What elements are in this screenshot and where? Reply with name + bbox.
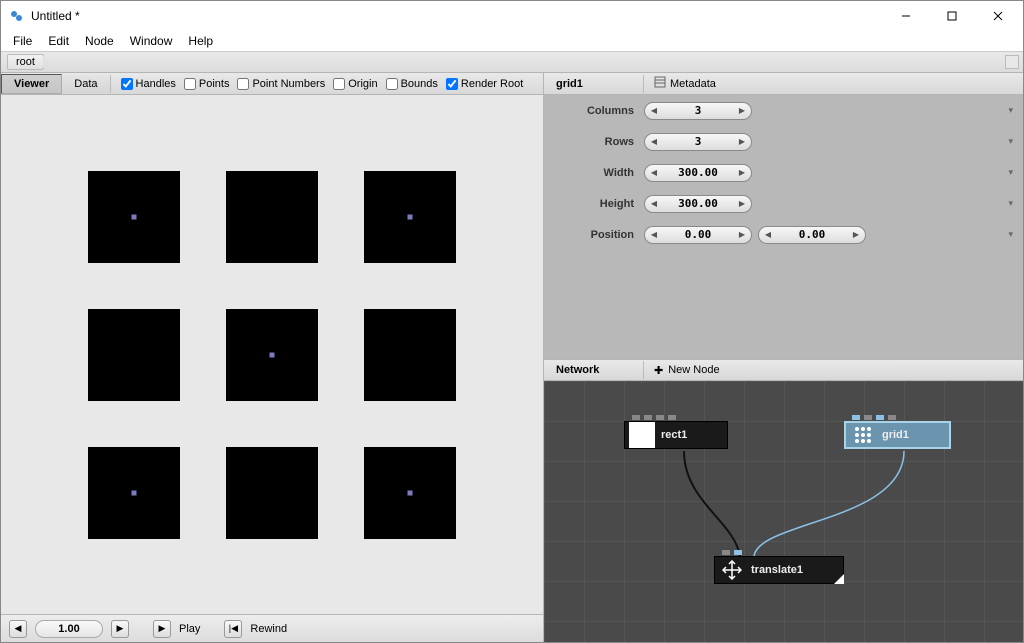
cell (226, 447, 318, 539)
cell (364, 309, 456, 401)
menu-file[interactable]: File (5, 32, 40, 50)
check-points[interactable]: Points (184, 78, 230, 90)
tab-viewer[interactable]: Viewer (1, 74, 62, 94)
inspector-selected-node[interactable]: grid1 (544, 75, 644, 93)
zoom-dec-button[interactable]: ◀ (9, 620, 27, 638)
node-label: grid1 (882, 429, 909, 441)
breadcrumb-root[interactable]: root (7, 54, 44, 70)
check-bounds[interactable]: Bounds (386, 78, 438, 90)
rendered-grid (1, 95, 543, 614)
check-handles[interactable]: Handles (121, 78, 176, 90)
node-graph[interactable]: rect1 grid1 translate1 (543, 381, 1023, 642)
expand-icon[interactable]: ▾ (1008, 105, 1013, 116)
play-label[interactable]: Play (179, 623, 200, 635)
tab-data[interactable]: Data (62, 75, 110, 93)
new-node-button[interactable]: ✚ New Node (644, 361, 730, 380)
node-label: translate1 (751, 564, 803, 576)
node-translate1[interactable]: translate1 (714, 556, 844, 584)
titlebar: Untitled * (1, 1, 1023, 31)
zoom-field[interactable]: 1.00 (35, 620, 103, 638)
check-origin[interactable]: Origin (333, 78, 377, 90)
expand-icon[interactable]: ▾ (1008, 198, 1013, 209)
viewer-canvas[interactable] (1, 95, 543, 614)
menu-edit[interactable]: Edit (40, 32, 77, 50)
viewer-pane: Viewer Data Handles Points Point Numbers… (1, 73, 543, 642)
cell (226, 309, 318, 401)
columns-stepper[interactable]: ◀3▶ (644, 102, 752, 120)
network-header: Network ✚ New Node (543, 359, 1023, 381)
wires (544, 381, 1023, 642)
prop-width: Width ◀300.00▶ ▾ (544, 157, 1023, 188)
viewer-tabs: Viewer Data Handles Points Point Numbers… (1, 73, 543, 95)
position-y-stepper[interactable]: ◀0.00▶ (758, 226, 866, 244)
close-button[interactable] (975, 1, 1021, 31)
check-point-numbers[interactable]: Point Numbers (237, 78, 325, 90)
expand-icon[interactable]: ▾ (1008, 136, 1013, 147)
cell (88, 309, 180, 401)
prop-rows: Rows ◀3▶ ▾ (544, 126, 1023, 157)
rewind-label[interactable]: Rewind (250, 623, 287, 635)
window-title: Untitled * (31, 9, 883, 23)
inspector-header: grid1 Metadata (543, 73, 1023, 95)
property-panel: Columns ◀3▶ ▾ Rows ◀3▶ ▾ Width ◀300.00▶ … (543, 95, 1023, 359)
node-rect1[interactable]: rect1 (624, 421, 728, 449)
rect-thumb-icon (629, 422, 655, 448)
play-icon[interactable]: ▶ (153, 620, 171, 638)
rewind-icon[interactable]: |◀ (224, 620, 242, 638)
rows-stepper[interactable]: ◀3▶ (644, 133, 752, 151)
cell (88, 171, 180, 263)
tab-metadata[interactable]: Metadata (644, 73, 726, 94)
node-label: rect1 (661, 429, 687, 441)
check-render-root[interactable]: Render Root (446, 78, 523, 90)
expand-icon[interactable]: ▾ (1008, 167, 1013, 178)
grid-thumb-icon (850, 422, 876, 448)
translate-thumb-icon (719, 557, 745, 583)
prop-position: Position ◀0.00▶ ◀0.00▶ ▾ (544, 219, 1023, 250)
position-x-stepper[interactable]: ◀0.00▶ (644, 226, 752, 244)
breadcrumb-end-box[interactable] (1005, 55, 1019, 69)
cell (364, 171, 456, 263)
plus-icon: ✚ (654, 364, 663, 377)
height-stepper[interactable]: ◀300.00▶ (644, 195, 752, 213)
menu-node[interactable]: Node (77, 32, 122, 50)
cell (226, 171, 318, 263)
metadata-icon (654, 76, 666, 91)
cell (364, 447, 456, 539)
render-flag-icon (834, 574, 844, 584)
expand-icon[interactable]: ▾ (1008, 229, 1013, 240)
tab-network[interactable]: Network (544, 361, 644, 379)
cell (88, 447, 180, 539)
menu-window[interactable]: Window (122, 32, 181, 50)
minimize-button[interactable] (883, 1, 929, 31)
right-pane: grid1 Metadata Columns ◀3▶ ▾ Rows ◀3▶ ▾ … (543, 73, 1023, 642)
menu-help[interactable]: Help (180, 32, 221, 50)
breadcrumb-bar: root (1, 51, 1023, 73)
prop-height: Height ◀300.00▶ ▾ (544, 188, 1023, 219)
maximize-button[interactable] (929, 1, 975, 31)
app-icon (9, 8, 25, 24)
width-stepper[interactable]: ◀300.00▶ (644, 164, 752, 182)
node-grid1[interactable]: grid1 (844, 421, 951, 449)
prop-columns: Columns ◀3▶ ▾ (544, 95, 1023, 126)
menubar: File Edit Node Window Help (1, 31, 1023, 51)
footer-bar: ◀ 1.00 ▶ ▶ Play |◀ Rewind (1, 614, 543, 642)
zoom-inc-button[interactable]: ▶ (111, 620, 129, 638)
